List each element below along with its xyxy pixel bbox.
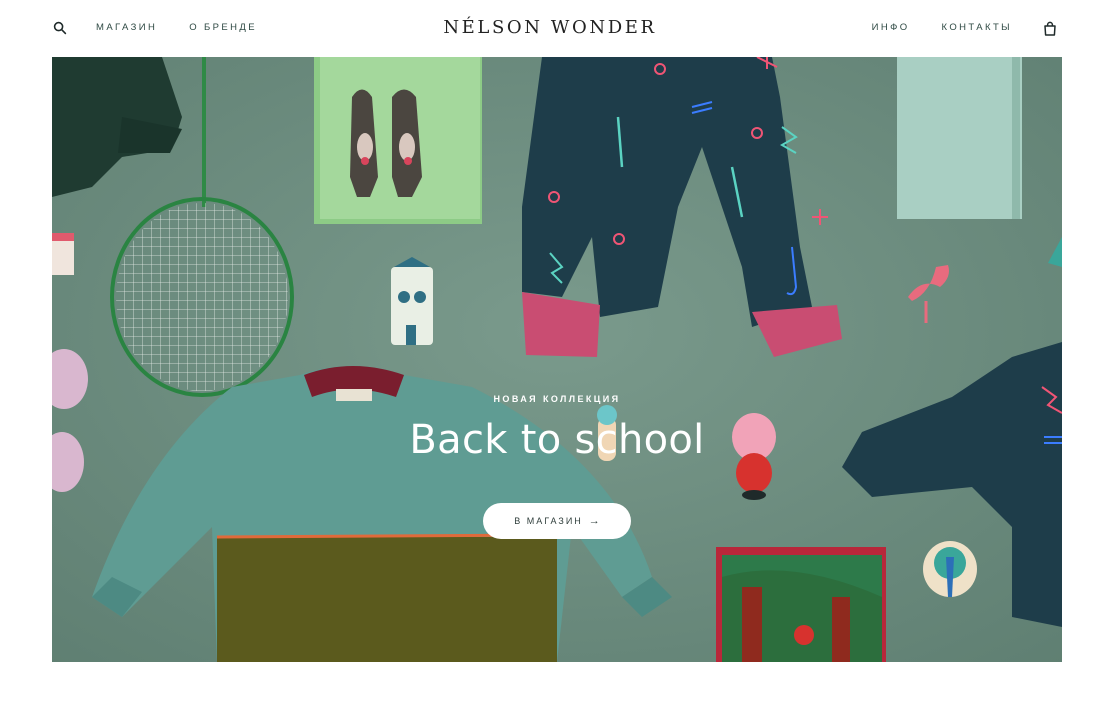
shop-cta-button[interactable]: В МАГАЗИН → (483, 503, 631, 539)
hero-banner: НОВАЯ КОЛЛЕКЦИЯ Back to school В МАГАЗИН… (52, 57, 1062, 662)
nav-link-contacts[interactable]: КОНТАКТЫ (942, 20, 1012, 36)
shop-cta-label: В МАГАЗИН (514, 516, 583, 526)
hero-title: Back to school (409, 417, 705, 463)
hero-eyebrow: НОВАЯ КОЛЛЕКЦИЯ (493, 394, 621, 404)
site-header: МАГАЗИН О БРЕНДЕ NÉLSON WONDER ИНФО КОНТ… (0, 0, 1100, 57)
shopping-bag-icon[interactable] (1042, 20, 1058, 36)
primary-nav-right: ИНФО КОНТАКТЫ (872, 20, 1058, 36)
nav-link-info[interactable]: ИНФО (872, 20, 910, 36)
arrow-right-icon: → (588, 515, 600, 527)
hero-content: НОВАЯ КОЛЛЕКЦИЯ Back to school В МАГАЗИН… (52, 57, 1062, 662)
